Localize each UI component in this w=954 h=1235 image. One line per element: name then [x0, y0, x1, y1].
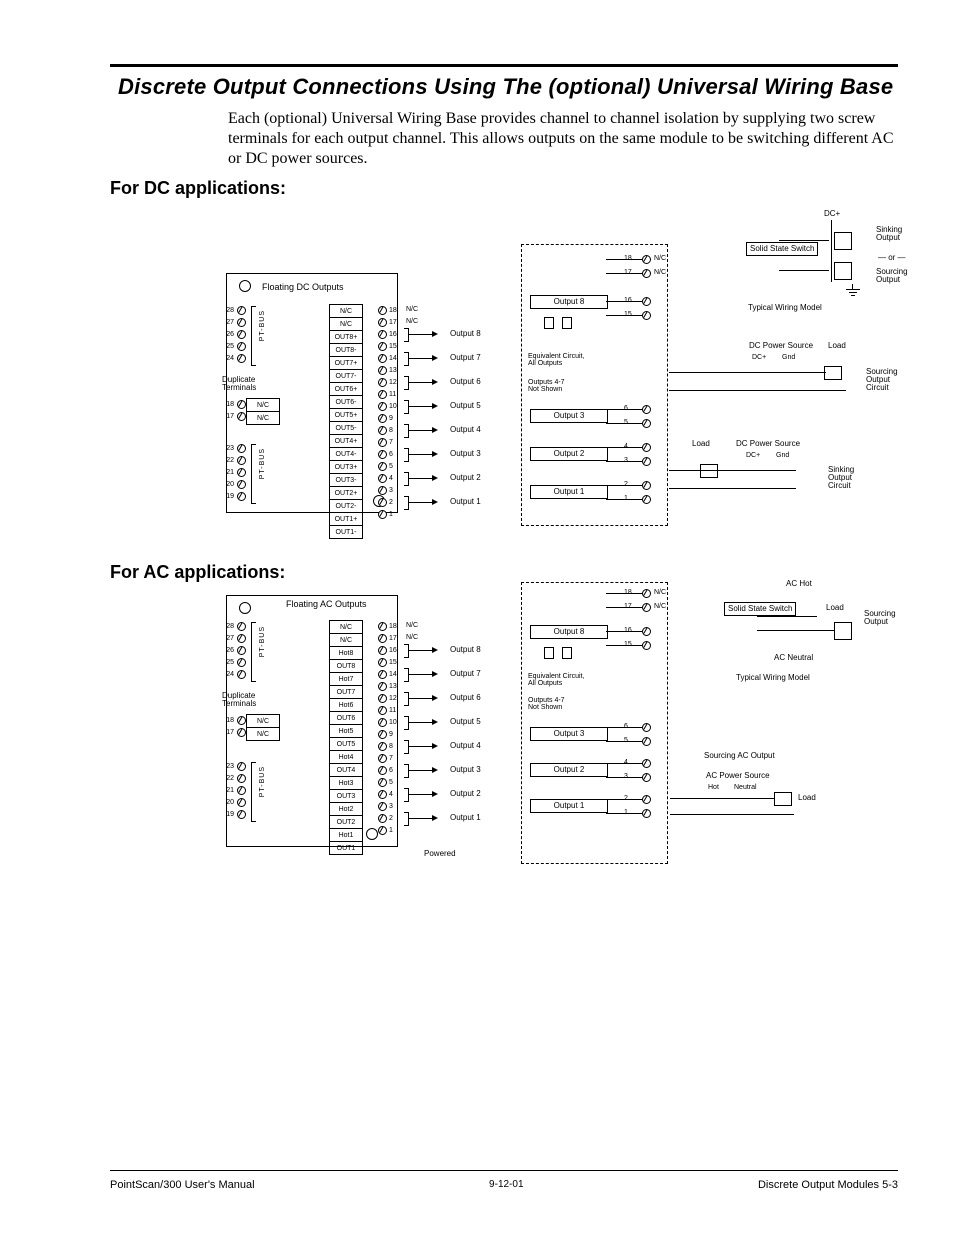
ptbus-label-bot: PT-BUS [259, 448, 266, 479]
sinking-output-label: Sinking Output [876, 226, 902, 242]
out8-chip: Output 8 [530, 295, 608, 309]
load-block-2 [700, 464, 718, 478]
dc-power-source-label-2: DC Power Source [736, 440, 800, 448]
dup-term-table: N/C N/C [246, 714, 280, 741]
ac-neutral-label: AC Neutral [774, 654, 813, 662]
load-label-2: Load [798, 794, 816, 802]
section-dc-heading: For DC applications: [110, 178, 286, 199]
mount-hole-top [239, 280, 251, 292]
out3-chip: Output 3 [530, 727, 608, 741]
out8-inner-2 [562, 317, 572, 329]
ac-power-source: AC Power Source [706, 772, 770, 780]
equivalent-circuit-box: Output 8 Equivalent Circuit, All Outputs… [521, 582, 668, 864]
dup-term-nums: 18 17 [216, 398, 234, 422]
typical-wiring-model: Typical Wiring Model [748, 304, 822, 312]
duplicate-terminals-label: Duplicate Terminals [222, 692, 256, 708]
footer-right: Discrete Output Modules 5-3 [758, 1179, 898, 1191]
equivalent-circuit-box: Output 8 Equivalent Circuit, All Outputs… [521, 244, 668, 526]
out8-inner-1 [544, 317, 554, 329]
load-block-1 [824, 366, 842, 380]
section-ac-heading: For AC applications: [110, 562, 285, 583]
top-rule [110, 64, 898, 67]
footer-mid: 9-12-01 [489, 1179, 523, 1191]
page-title: Discrete Output Connections Using The (o… [118, 74, 893, 100]
dcplus-rail [831, 220, 832, 282]
load-label-2: Load [692, 440, 710, 448]
eq-label: Equivalent Circuit, All Outputs [528, 353, 584, 367]
powered-label: Powered [424, 850, 456, 858]
left-term-nums-top: 28 27 26 25 24 [216, 304, 234, 364]
mount-hole-bot [366, 828, 378, 840]
sourcing-output-label: Sourcing Output [864, 610, 896, 626]
ptbus-bracket-bot [251, 444, 256, 504]
right-term-table: N/CN/CHot8OUT8Hot7OUT7Hot6OUT6Hot5OUT5Ho… [329, 620, 363, 855]
ptbus-label-top: PT-BUS [259, 310, 266, 341]
left-term-nums-top: 28 27 26 25 24 [216, 620, 234, 680]
dcplus-label: DC+ [824, 210, 840, 218]
dc-power-source-label-1: DC Power Source [749, 342, 813, 350]
solid-state-switch: Solid State Switch [724, 602, 796, 616]
left-title: Floating AC Outputs [286, 600, 367, 609]
ac-diagram: Floating AC Outputs 28 27 26 25 24 PT-BU… [226, 588, 916, 878]
nc-note-18: N/C [406, 622, 418, 629]
left-term-nums-bot: 23 22 21 20 19 [216, 760, 234, 820]
hot-label: Hot [708, 784, 719, 791]
ptbus-label-top: PT-BUS [259, 626, 266, 657]
dup-term-table: N/C N/C [246, 398, 280, 425]
nc-note-18: N/C [406, 306, 418, 313]
ptbus-bracket-top [251, 306, 256, 366]
dc-diagram: Floating DC Outputs 28 27 26 25 24 PT-BU… [226, 210, 916, 530]
out3-chip: Output 3 [530, 409, 608, 423]
out2-chip: Output 2 [530, 447, 608, 461]
out1-chip: Output 1 [530, 799, 608, 813]
load-label-1: Load [828, 342, 846, 350]
switch-box [834, 622, 852, 640]
typical-wiring-model: Typical Wiring Model [736, 674, 810, 682]
load-label: Load [826, 604, 844, 612]
dcplus-label-2: DC+ [752, 354, 766, 361]
nc-note-17: N/C [406, 318, 418, 325]
left-title: Floating DC Outputs [262, 283, 344, 292]
right-term-table: N/CN/COUT8+OUT8-OUT7+OUT7-OUT6+OUT6-OUT5… [329, 304, 363, 539]
load-block [774, 792, 792, 806]
footer-rule [110, 1170, 898, 1171]
sourcing-output-label: Sourcing Output [876, 268, 908, 284]
mount-hole-top [239, 602, 251, 614]
duplicate-terminals-label: Duplicate Terminals [222, 376, 256, 392]
sinking-output-circuit: Sinking Output Circuit [828, 466, 854, 490]
out8-chip: Output 8 [530, 625, 608, 639]
neutral-label: Neutral [734, 784, 757, 791]
intro-paragraph: Each (optional) Universal Wiring Base pr… [228, 109, 894, 169]
sourcing-ac-output: Sourcing AC Output [704, 752, 775, 760]
or-label: — or — [878, 254, 906, 262]
ground-symbol [846, 284, 860, 296]
solid-state-switch: Solid State Switch [746, 242, 818, 256]
notshown-label: Outputs 4-7 Not Shown [528, 379, 565, 393]
page-footer: PointScan/300 User's Manual 9-12-01 Disc… [110, 1179, 898, 1191]
nc-note-17: N/C [406, 634, 418, 641]
ac-hot-label: AC Hot [786, 580, 812, 588]
dcplus-label-3: DC+ [746, 452, 760, 459]
notshown-label: Outputs 4-7 Not Shown [528, 697, 565, 711]
eq-label: Equivalent Circuit, All Outputs [528, 673, 584, 687]
gnd-label-2: Gnd [776, 452, 789, 459]
switch-box-bot [834, 262, 852, 280]
switch-box-top [834, 232, 852, 250]
left-term-nums-bot: 23 22 21 20 19 [216, 442, 234, 502]
out1-chip: Output 1 [530, 485, 608, 499]
footer-left: PointScan/300 User's Manual [110, 1179, 255, 1191]
out2-chip: Output 2 [530, 763, 608, 777]
sourcing-output-circuit: Sourcing Output Circuit [866, 368, 898, 392]
ptbus-label-bot: PT-BUS [259, 766, 266, 797]
gnd-label-1: Gnd [782, 354, 795, 361]
